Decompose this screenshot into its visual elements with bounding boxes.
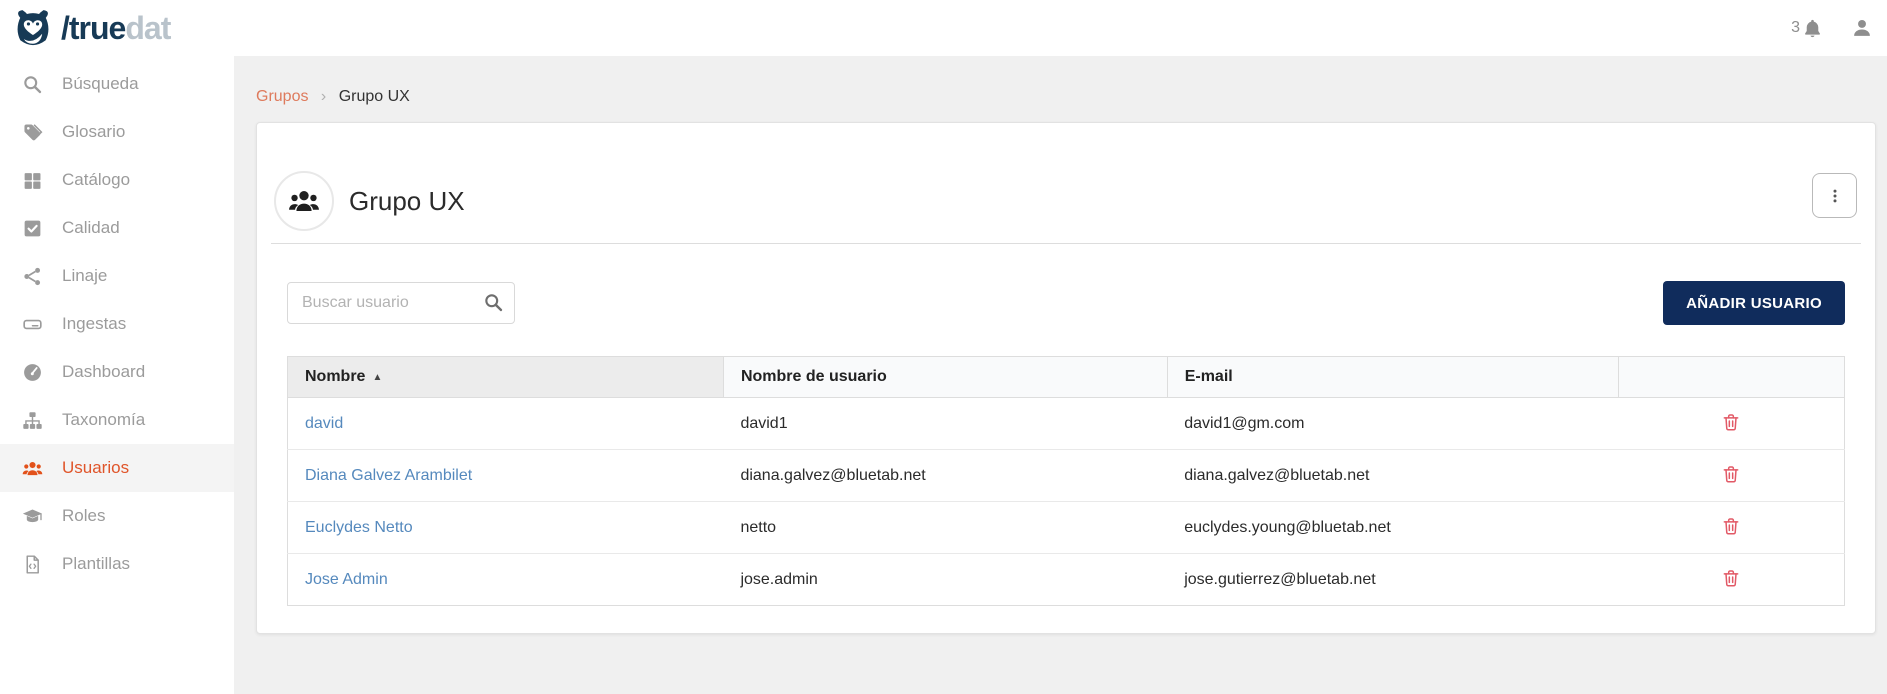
user-email-cell: jose.gutierrez@bluetab.net	[1167, 554, 1619, 606]
server-icon	[22, 314, 43, 335]
user-email-cell: euclydes.young@bluetab.net	[1167, 502, 1619, 554]
user-name-link[interactable]: Euclydes Netto	[305, 519, 413, 536]
check-square-icon	[22, 218, 43, 239]
delete-user-button[interactable]	[1719, 566, 1743, 590]
brand-name-primary: /true	[61, 10, 125, 46]
bell-icon	[1802, 18, 1823, 39]
table-toolbar: AÑADIR USUARIO	[287, 281, 1845, 325]
sidebar-item-label: Catálogo	[62, 170, 130, 190]
delete-user-button[interactable]	[1719, 410, 1743, 434]
content-area: Grupos › Grupo UX Grupo UX	[234, 56, 1887, 694]
sidebar-item-label: Linaje	[62, 266, 107, 286]
search-icon	[22, 74, 43, 95]
group-card-body: AÑADIR USUARIO Nombre▲ Nombre de usuario…	[257, 281, 1875, 606]
user-username-cell: jose.admin	[723, 554, 1167, 606]
sidebar-item[interactable]: Roles	[0, 492, 234, 540]
sidebar-item[interactable]: Linaje	[0, 252, 234, 300]
group-avatar	[274, 171, 334, 231]
file-code-icon	[22, 554, 43, 575]
sidebar-item[interactable]: Calidad	[0, 204, 234, 252]
column-header-nombre[interactable]: Nombre▲	[288, 357, 724, 398]
notification-count: 3	[1791, 19, 1800, 37]
column-header-actions	[1619, 357, 1845, 398]
breadcrumb-current: Grupo UX	[339, 88, 410, 105]
kebab-menu-icon	[1826, 187, 1844, 205]
gauge-icon	[22, 362, 43, 383]
table-row: Jose Admin jose.admin jose.gutierrez@blu…	[288, 554, 1845, 606]
app-root: /truedat 3 Búsqueda Glosa	[0, 0, 1887, 694]
search-box	[287, 282, 515, 324]
users-table-head: Nombre▲ Nombre de usuario E-mail	[288, 357, 1845, 398]
add-user-button[interactable]: AÑADIR USUARIO	[1663, 281, 1845, 325]
graduation-cap-icon	[22, 506, 43, 527]
grid-icon	[22, 170, 43, 191]
search-input[interactable]	[287, 282, 515, 324]
person-icon	[1851, 17, 1873, 39]
sidebar-item-label: Taxonomía	[62, 410, 145, 430]
user-name-link[interactable]: david	[305, 415, 343, 432]
table-row: Euclydes Netto netto euclydes.young@blue…	[288, 502, 1845, 554]
sidebar-item[interactable]: Glosario	[0, 108, 234, 156]
sidebar-item[interactable]: Ingestas	[0, 300, 234, 348]
sitemap-icon	[22, 410, 43, 431]
owl-logo-icon	[12, 7, 54, 49]
user-menu-button[interactable]	[1851, 17, 1873, 39]
users-icon	[22, 458, 43, 479]
user-username-cell: diana.galvez@bluetab.net	[723, 450, 1167, 502]
trash-icon	[1721, 568, 1741, 588]
tags-icon	[22, 122, 43, 143]
card-divider	[271, 243, 1861, 244]
sidebar-item[interactable]: Taxonomía	[0, 396, 234, 444]
delete-user-button[interactable]	[1719, 514, 1743, 538]
sidebar-item-label: Usuarios	[62, 458, 129, 478]
user-name-link[interactable]: Diana Galvez Arambilet	[305, 467, 472, 484]
page-title: Grupo UX	[349, 186, 465, 217]
top-bar: /truedat 3	[0, 0, 1887, 56]
users-table: Nombre▲ Nombre de usuario E-mail	[287, 356, 1845, 606]
sidebar-item[interactable]: Usuarios	[0, 444, 234, 492]
sidebar-item-label: Glosario	[62, 122, 125, 142]
column-header-username[interactable]: Nombre de usuario	[723, 357, 1167, 398]
brand-name-secondary: dat	[125, 10, 170, 46]
user-email-cell: david1@gm.com	[1167, 398, 1619, 450]
breadcrumb-link-grupos[interactable]: Grupos	[256, 88, 308, 105]
sidebar-item-label: Calidad	[62, 218, 120, 238]
delete-user-button[interactable]	[1719, 462, 1743, 486]
notifications-button[interactable]: 3	[1791, 18, 1823, 39]
sidebar-item[interactable]: Búsqueda	[0, 60, 234, 108]
user-username-cell: netto	[723, 502, 1167, 554]
main-layout: Búsqueda Glosario Catálogo Calidad	[0, 56, 1887, 694]
sidebar-item[interactable]: Plantillas	[0, 540, 234, 588]
user-username-cell: david1	[723, 398, 1167, 450]
group-options-button[interactable]	[1812, 173, 1857, 218]
trash-icon	[1721, 516, 1741, 536]
group-card-header: Grupo UX	[257, 123, 1875, 243]
share-icon	[22, 266, 43, 287]
trash-icon	[1721, 464, 1741, 484]
truedat-logo[interactable]: /truedat	[0, 7, 170, 49]
column-header-email[interactable]: E-mail	[1167, 357, 1619, 398]
user-email-cell: diana.galvez@bluetab.net	[1167, 450, 1619, 502]
sort-asc-icon: ▲	[372, 372, 382, 383]
users-table-body: david david1 david1@gm.com	[288, 398, 1845, 606]
trash-icon	[1721, 412, 1741, 432]
table-row: Diana Galvez Arambilet diana.galvez@blue…	[288, 450, 1845, 502]
table-row: david david1 david1@gm.com	[288, 398, 1845, 450]
brand-name: /truedat	[61, 12, 170, 44]
sidebar-item-label: Dashboard	[62, 362, 145, 382]
sidebar-item-label: Plantillas	[62, 554, 130, 574]
sidebar-item[interactable]: Dashboard	[0, 348, 234, 396]
search-icon	[483, 292, 504, 313]
breadcrumb-separator: ›	[321, 88, 326, 105]
user-name-link[interactable]: Jose Admin	[305, 571, 388, 588]
sidebar-item-label: Ingestas	[62, 314, 126, 334]
group-card: Grupo UX AÑADIR USUARIO	[256, 122, 1876, 634]
sidebar-item-label: Búsqueda	[62, 74, 139, 94]
sidebar-item-label: Roles	[62, 506, 105, 526]
sidebar-item[interactable]: Catálogo	[0, 156, 234, 204]
breadcrumb: Grupos › Grupo UX	[256, 88, 1876, 106]
topbar-actions: 3	[1791, 17, 1887, 39]
users-group-icon	[288, 185, 320, 217]
sidebar-nav: Búsqueda Glosario Catálogo Calidad	[0, 56, 234, 694]
